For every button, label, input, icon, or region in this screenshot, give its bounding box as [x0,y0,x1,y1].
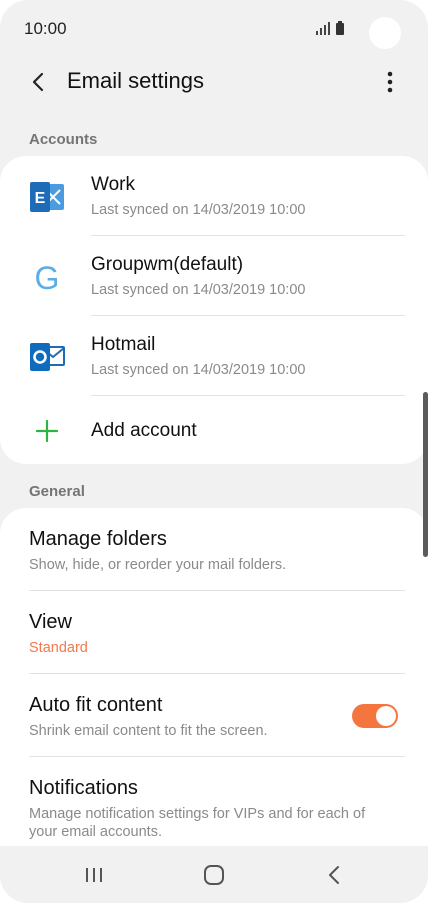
status-bar: 10:00 [0,0,428,56]
nav-back-icon [329,866,339,884]
auto-fit-content-item[interactable]: Auto fit content Shrink email content to… [0,674,428,757]
account-row-groupwm[interactable]: G Groupwm(default) Last synced on 14/03/… [0,236,428,316]
view-item[interactable]: View Standard [0,591,428,674]
back-arrow-icon [32,72,44,92]
setting-title: Notifications [29,777,138,799]
account-name: Groupwm(default) [91,254,244,275]
setting-title: View [29,611,72,633]
section-header-general: General [29,483,85,500]
setting-subtitle: Shrink email content to fit the screen. [29,723,268,739]
exchange-icon: E [30,182,64,212]
account-name: Work [91,174,135,195]
home-button[interactable] [194,860,234,890]
recent-apps-icon [86,868,102,882]
google-g-icon: G [35,260,60,296]
setting-title: Auto fit content [29,694,163,716]
manage-folders-item[interactable]: Manage folders Show, hide, or reorder yo… [0,508,428,591]
more-vert-icon [387,71,393,93]
add-account-button[interactable]: Add account [0,396,428,466]
section-header-accounts: Accounts [29,131,98,148]
toggle-knob [376,706,396,726]
svg-text:E: E [35,190,46,207]
account-row-hotmail[interactable]: Hotmail Last synced on 14/03/2019 10:00 [0,316,428,396]
general-card: Manage folders Show, hide, or reorder yo… [0,508,428,868]
back-button[interactable] [22,66,54,98]
recent-apps-button[interactable] [74,860,114,890]
account-last-synced: Last synced on 14/03/2019 10:00 [91,362,306,378]
view-value: Standard [29,640,88,656]
app-header: Email settings [0,56,428,108]
phone-screen: 10:00 Email settings Accounts E Work Las… [0,0,428,903]
camera-cutout [369,17,401,49]
setting-subtitle: Show, hide, or reorder your mail folders… [29,557,287,573]
add-account-label: Add account [91,420,197,441]
auto-fit-toggle[interactable] [352,704,398,728]
notifications-item[interactable]: Notifications Manage notification settin… [0,757,428,857]
nav-back-button[interactable] [314,860,354,890]
status-time: 10:00 [24,19,67,38]
setting-title: Manage folders [29,528,167,550]
page-title: Email settings [67,68,204,93]
more-options-button[interactable] [376,66,404,98]
svg-text:G: G [35,260,60,296]
account-name: Hotmail [91,334,156,355]
setting-subtitle: Manage notification settings for VIPs an… [29,806,366,840]
account-last-synced: Last synced on 14/03/2019 10:00 [91,202,306,218]
accounts-card: E Work Last synced on 14/03/2019 10:00 G… [0,156,428,464]
account-last-synced: Last synced on 14/03/2019 10:00 [91,282,306,298]
plus-icon [35,419,59,443]
scrollbar[interactable] [423,392,428,557]
signal-battery-icon [316,21,344,35]
outlook-icon [30,343,65,371]
home-icon [204,865,224,885]
account-row-work[interactable]: E Work Last synced on 14/03/2019 10:00 [0,156,428,236]
navigation-bar [0,846,428,903]
